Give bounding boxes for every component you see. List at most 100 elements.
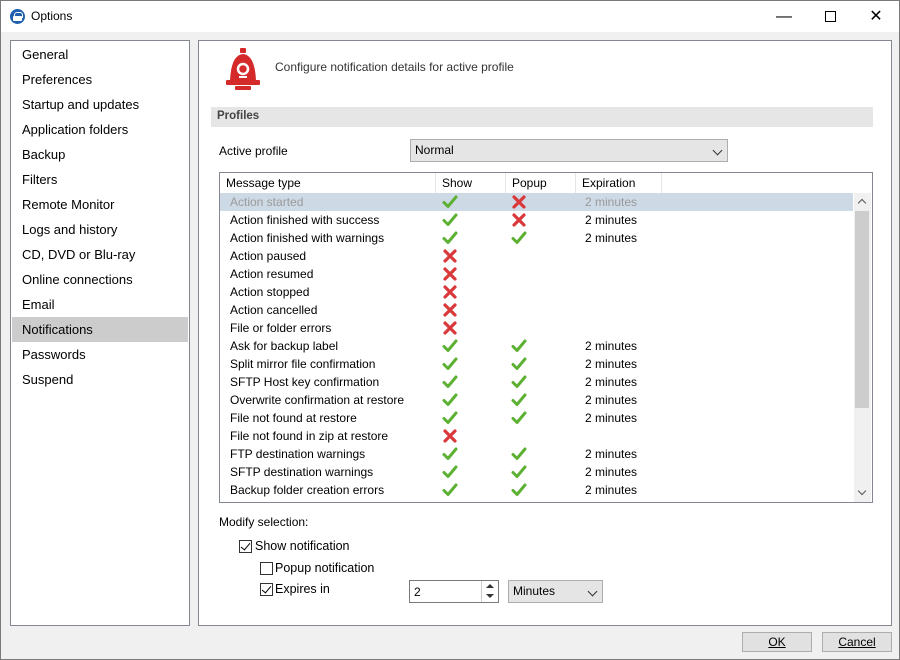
table-row[interactable]: Action cancelled [220,301,853,319]
sidebar-item-startup-and-updates[interactable]: Startup and updates [12,92,188,117]
maximize-button[interactable] [807,1,853,32]
table-row[interactable]: File not found in zip at restore [220,427,853,445]
table-row[interactable]: SFTP Host key confirmation 2 minutes [220,373,853,391]
check-icon[interactable] [510,409,528,427]
column-header-message-type[interactable]: Message type [220,173,436,193]
popup-notification-checkbox[interactable] [260,562,273,575]
column-header-show[interactable]: Show [436,173,506,193]
scroll-up-icon[interactable] [857,198,867,208]
check-icon[interactable] [510,481,528,499]
table-row[interactable]: Action started 2 minutes [220,193,853,211]
check-icon[interactable] [441,481,459,499]
expires-unit-value: Minutes [513,584,556,598]
cross-icon[interactable] [441,427,459,445]
check-icon[interactable] [441,445,459,463]
popup-notification-label[interactable]: Popup notification [275,561,374,575]
section-title: Profiles [217,110,260,122]
active-profile-value: Normal [415,143,454,157]
sidebar-item-cd-dvd-or-blu-ray[interactable]: CD, DVD or Blu-ray [12,242,188,267]
cancel-button[interactable]: Cancel [822,632,892,652]
column-header-expiration[interactable]: Expiration [576,173,662,193]
cross-icon[interactable] [441,265,459,283]
check-icon[interactable] [441,193,459,211]
sidebar-item-backup[interactable]: Backup [12,142,188,167]
sidebar-item-online-connections[interactable]: Online connections [12,267,188,292]
sidebar-item-remote-monitor[interactable]: Remote Monitor [12,192,188,217]
message-type-cell: Action resumed [230,267,314,281]
table-row[interactable]: Action finished with success 2 minutes [220,211,853,229]
message-type-cell: SFTP destination warnings [230,465,374,479]
stepper-buttons[interactable] [481,581,498,602]
cross-icon[interactable] [510,193,528,211]
check-icon[interactable] [441,463,459,481]
stepper-down-icon[interactable] [486,594,494,598]
table-row[interactable]: File not found at restore 2 minutes [220,409,853,427]
sidebar-item-preferences[interactable]: Preferences [12,67,188,92]
column-header-popup[interactable]: Popup [506,173,576,193]
sidebar-item-general[interactable]: General [12,42,188,67]
minimize-button[interactable]: — [761,1,807,32]
sidebar-item-filters[interactable]: Filters [12,167,188,192]
expiration-cell: 2 minutes [585,375,638,389]
scrollbar-thumb[interactable] [855,211,869,408]
table-row[interactable]: Action stopped [220,283,853,301]
table-row[interactable]: File or folder errors [220,319,853,337]
category-list[interactable]: General Preferences Startup and updates App… [10,40,190,626]
table-row[interactable]: Ask for backup label 2 minutes [220,337,853,355]
sidebar-item-notifications[interactable]: Notifications [12,317,188,342]
stepper-up-icon[interactable] [486,584,494,588]
table-row[interactable]: FTP destination warnings 2 minutes [220,445,853,463]
cross-icon[interactable] [441,283,459,301]
title-bar[interactable]: Options — ✕ [1,1,899,32]
expires-in-checkbox[interactable] [260,583,273,596]
cross-icon[interactable] [441,247,459,265]
check-icon[interactable] [441,337,459,355]
cross-icon[interactable] [510,211,528,229]
table-row[interactable]: Action resumed [220,265,853,283]
sidebar-item-passwords[interactable]: Passwords [12,342,188,367]
table-row[interactable]: Split mirror file confirmation 2 minutes [220,355,853,373]
expires-unit-dropdown[interactable]: Minutes [508,580,603,603]
check-icon[interactable] [441,391,459,409]
window-title: Options [31,9,73,23]
message-type-cell: File not found in zip at restore [230,429,389,443]
table-row[interactable]: Overwrite confirmation at restore 2 minut… [220,391,853,409]
sidebar-item-logs-and-history[interactable]: Logs and history [12,217,188,242]
check-icon[interactable] [510,445,528,463]
check-icon[interactable] [441,409,459,427]
check-icon[interactable] [510,355,528,373]
table-row[interactable]: Action paused [220,247,853,265]
expires-in-stepper[interactable]: 2 [409,580,499,603]
message-type-list[interactable]: Message type Show Popup Expiration Actio… [219,172,873,503]
check-icon[interactable] [510,229,528,247]
message-type-cell: Overwrite confirmation at restore [230,393,405,407]
message-type-cell: Backup folder creation errors [230,483,385,497]
message-type-cell: SFTP Host key confirmation [230,375,380,389]
check-icon[interactable] [441,355,459,373]
check-icon[interactable] [441,211,459,229]
ok-button[interactable]: OK [742,632,812,652]
check-icon[interactable] [510,373,528,391]
sidebar-item-application-folders[interactable]: Application folders [12,117,188,142]
vertical-scrollbar[interactable] [854,193,871,502]
table-row[interactable]: Action finished with warnings 2 minutes [220,229,853,247]
check-icon[interactable] [510,391,528,409]
sidebar-item-suspend[interactable]: Suspend [12,367,188,392]
check-icon[interactable] [441,229,459,247]
table-row[interactable]: Backup folder creation errors 2 minutes [220,481,853,499]
check-icon[interactable] [510,337,528,355]
expires-in-label[interactable]: Expires in [275,582,330,596]
expires-in-value[interactable]: 2 [414,585,421,599]
show-notification-label[interactable]: Show notification [255,539,350,553]
active-profile-dropdown[interactable]: Normal [410,139,728,162]
check-icon[interactable] [441,373,459,391]
scroll-down-icon[interactable] [857,486,867,496]
show-notification-checkbox[interactable] [239,540,252,553]
close-button[interactable]: ✕ [853,1,899,32]
cross-icon[interactable] [441,319,459,337]
table-row[interactable]: SFTP destination warnings 2 minutes [220,463,853,481]
check-icon[interactable] [510,463,528,481]
sidebar-item-email[interactable]: Email [12,292,188,317]
expiration-cell: 2 minutes [585,231,638,245]
cross-icon[interactable] [441,301,459,319]
